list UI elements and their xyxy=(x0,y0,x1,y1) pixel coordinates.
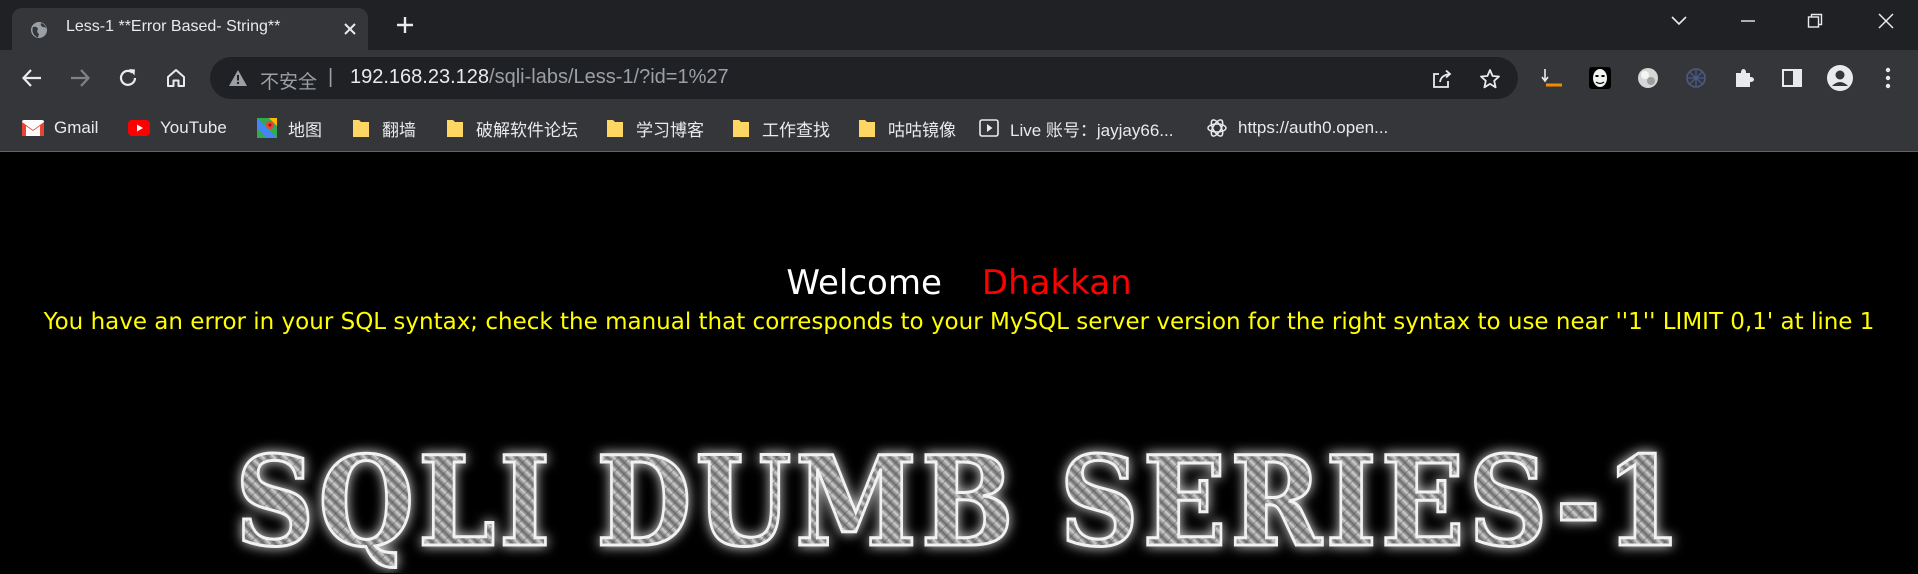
profile-icon[interactable] xyxy=(1826,64,1854,92)
sql-error-message: You have an error in your SQL syntax; ch… xyxy=(43,309,1875,335)
bookmark-folder[interactable]: 工作查找 xyxy=(730,115,830,141)
home-icon[interactable] xyxy=(162,64,190,92)
address-separator: | xyxy=(328,66,334,88)
toolbar: 不安全 | 192.168.23.128/sqli-labs/Less-1/?i… xyxy=(0,50,1918,106)
forward-icon[interactable] xyxy=(66,64,94,92)
folder-icon xyxy=(730,118,752,138)
menu-icon[interactable] xyxy=(1874,64,1902,92)
youtube-icon xyxy=(128,118,150,138)
bookmark-gmail[interactable]: Gmail xyxy=(22,115,98,141)
sidepanel-icon[interactable] xyxy=(1778,64,1806,92)
extension-arrow-icon[interactable] xyxy=(1538,64,1566,92)
title-bar: Less-1 **Error Based- String** xyxy=(0,0,1918,50)
bookmark-openai[interactable]: https://auth0.open... xyxy=(1206,115,1388,141)
bookmark-label: YouTube xyxy=(160,118,227,137)
bookmark-label: Live 账号：jayjay66... xyxy=(1010,120,1174,140)
bookmark-label: 翻墙 xyxy=(382,120,416,140)
minimize-icon[interactable] xyxy=(1735,8,1761,34)
banner-text: SQLI DUMB SERIES-1 xyxy=(235,430,1685,573)
url-path: /sqli-labs/Less-1/?id=1%27 xyxy=(489,66,729,88)
bookmark-label: 破解软件论坛 xyxy=(476,120,578,140)
url-text[interactable]: 192.168.23.128/sqli-labs/Less-1/?id=1%27 xyxy=(350,66,729,89)
folder-icon xyxy=(856,118,878,138)
maps-icon xyxy=(256,118,278,138)
play-icon xyxy=(978,118,1000,138)
address-bar[interactable]: 不安全 | 192.168.23.128/sqli-labs/Less-1/?i… xyxy=(210,57,1518,99)
welcome-line: Welcome Dhakkan xyxy=(0,263,1918,303)
bookmark-folder[interactable]: 破解软件论坛 xyxy=(444,115,578,141)
share-icon[interactable] xyxy=(1430,67,1454,91)
bookmark-label: Gmail xyxy=(54,118,99,137)
network-extension-icon[interactable] xyxy=(1682,64,1710,92)
bookmark-label: 学习博客 xyxy=(636,120,704,140)
reload-icon[interactable] xyxy=(114,64,142,92)
bookmarks-bar: Gmail YouTube 地图 翻墙 破解软件论坛 学习博客 工作查找 咕咕镜… xyxy=(0,106,1918,152)
bookmark-folder[interactable]: 学习博客 xyxy=(604,115,704,141)
back-icon[interactable] xyxy=(18,64,46,92)
gmail-icon xyxy=(22,118,44,138)
bookmark-label: https://auth0.open... xyxy=(1238,118,1389,137)
close-window-icon[interactable] xyxy=(1873,8,1899,34)
restore-icon[interactable] xyxy=(1802,8,1828,34)
bookmark-folder[interactable]: 翻墙 xyxy=(350,115,416,141)
tab-search-icon[interactable] xyxy=(1666,8,1692,34)
security-label[interactable]: 不安全 xyxy=(260,67,317,94)
mask-extension-icon[interactable] xyxy=(1586,64,1614,92)
openai-icon xyxy=(1206,118,1228,138)
folder-icon xyxy=(604,118,626,138)
globe-icon xyxy=(30,21,48,39)
bookmark-label: 咕咕镜像 xyxy=(888,120,956,140)
folder-icon xyxy=(444,118,466,138)
globe-extension-icon[interactable] xyxy=(1634,64,1662,92)
bookmark-label: 工作查找 xyxy=(762,120,830,140)
url-host: 192.168.23.128 xyxy=(350,66,490,88)
close-tab-icon[interactable] xyxy=(340,19,360,39)
welcome-text: Welcome xyxy=(786,263,942,303)
active-tab[interactable]: Less-1 **Error Based- String** xyxy=(12,8,368,50)
tab-title: Less-1 **Error Based- String** xyxy=(66,18,281,35)
welcome-name: Dhakkan xyxy=(981,263,1132,303)
bookmark-folder[interactable]: 咕咕镜像 xyxy=(856,115,956,141)
bookmark-youtube[interactable]: YouTube xyxy=(128,115,227,141)
bookmark-live[interactable]: Live 账号：jayjay66... xyxy=(978,115,1173,141)
bookmark-maps[interactable]: 地图 xyxy=(256,115,322,141)
bookmark-label: 地图 xyxy=(288,120,322,140)
sqli-dumb-series-banner: SQLI DUMB SERIES-1 xyxy=(234,429,1685,574)
new-tab-icon[interactable] xyxy=(392,12,418,38)
warning-icon[interactable] xyxy=(228,69,248,92)
page-content: Welcome Dhakkan You have an error in your… xyxy=(0,153,1918,574)
folder-icon xyxy=(350,118,372,138)
extensions-puzzle-icon[interactable] xyxy=(1730,64,1758,92)
star-icon[interactable] xyxy=(1478,67,1502,91)
